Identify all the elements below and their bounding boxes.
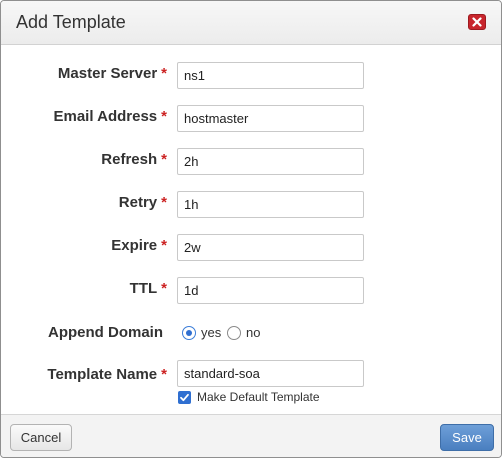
- append-domain-yes-label[interactable]: yes: [201, 325, 221, 340]
- template-name-label-text: Template Name: [47, 366, 158, 383]
- ttl-label-text: TTL: [129, 280, 158, 297]
- expire-input[interactable]: [177, 234, 364, 261]
- checkmark-icon: [180, 393, 189, 402]
- dialog-footer: Cancel Save: [1, 414, 501, 457]
- dialog-title: Add Template: [16, 12, 126, 32]
- append-domain-label: Append Domain: [48, 324, 163, 341]
- refresh-input[interactable]: [177, 148, 364, 175]
- append-domain-no-label[interactable]: no: [246, 325, 260, 340]
- required-marker: *: [161, 237, 167, 254]
- dialog-titlebar: Add Template: [1, 1, 501, 45]
- save-button[interactable]: Save: [440, 424, 494, 451]
- cancel-button[interactable]: Cancel: [10, 424, 72, 451]
- add-template-dialog: Add Template Master Server* Email Addres…: [0, 0, 502, 458]
- ttl-label: TTL *: [130, 280, 167, 297]
- required-marker: *: [161, 366, 167, 383]
- expire-label-text: Expire: [111, 237, 158, 254]
- append-domain-yes-radio[interactable]: [182, 326, 196, 340]
- master-server-input[interactable]: [177, 62, 364, 89]
- email-address-input[interactable]: [177, 105, 364, 132]
- required-marker: *: [161, 151, 167, 168]
- expire-label: Expire *: [111, 237, 167, 254]
- retry-label: Retry *: [119, 194, 167, 211]
- template-name-label: Template Name *: [47, 366, 167, 383]
- email-address-label-text: Email Address: [53, 108, 158, 125]
- close-icon: [472, 17, 482, 27]
- master-server-label: Master Server *: [58, 65, 167, 82]
- refresh-label-text: Refresh: [101, 151, 158, 168]
- make-default-checkbox[interactable]: [178, 391, 191, 404]
- template-name-input[interactable]: [177, 360, 364, 387]
- refresh-label: Refresh *: [101, 151, 167, 168]
- required-marker: *: [161, 194, 167, 211]
- close-button[interactable]: [468, 14, 486, 30]
- append-domain-no-radio[interactable]: [227, 326, 241, 340]
- ttl-input[interactable]: [177, 277, 364, 304]
- retry-input[interactable]: [177, 191, 364, 218]
- required-marker: *: [161, 280, 167, 297]
- make-default-label[interactable]: Make Default Template: [197, 390, 320, 404]
- append-domain-label-text: Append Domain: [48, 324, 163, 341]
- required-marker: *: [161, 65, 167, 82]
- master-server-label-text: Master Server: [57, 65, 158, 82]
- retry-label-text: Retry: [118, 194, 158, 211]
- email-address-label: Email Address *: [54, 108, 168, 125]
- required-marker: *: [161, 108, 167, 125]
